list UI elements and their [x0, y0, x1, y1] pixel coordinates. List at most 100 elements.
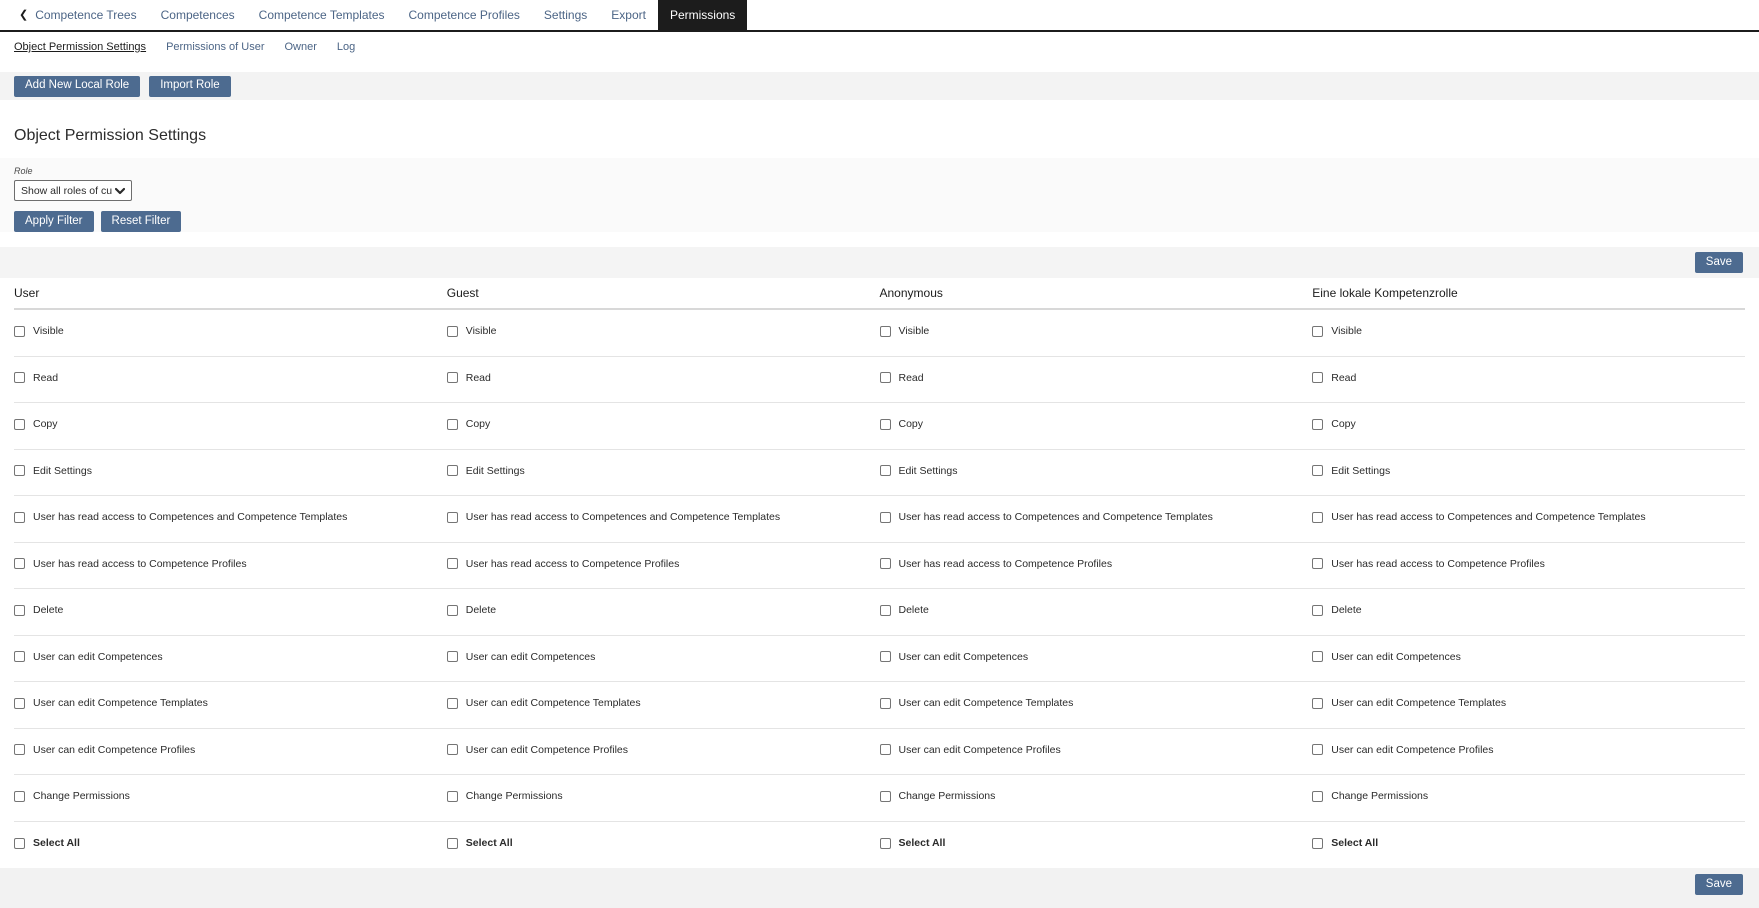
checkbox-guest-user-can-edit-competence-templates[interactable] — [447, 698, 458, 709]
subtab-log[interactable]: Log — [337, 41, 355, 53]
checkbox-guest-user-has-read-access-to-competence-profiles[interactable] — [447, 558, 458, 569]
tab-competence-profiles[interactable]: Competence Profiles — [397, 0, 532, 30]
tab-competence-trees[interactable]: ❮Competence Trees — [7, 0, 149, 30]
permission-option-guest-user-can-edit-competence-profiles[interactable]: User can edit Competence Profiles — [447, 744, 628, 756]
checkbox-guest-user-has-read-access-to-competences-and-competence-templates[interactable] — [447, 512, 458, 523]
checkbox-eine-lokale-kompetenzrolle-edit-settings[interactable] — [1312, 465, 1323, 476]
checkbox-guest-user-can-edit-competences[interactable] — [447, 651, 458, 662]
permission-option-guest-delete[interactable]: Delete — [447, 604, 496, 616]
permission-option-eine-lokale-kompetenzrolle-change-permissions[interactable]: Change Permissions — [1312, 790, 1428, 802]
permission-option-guest-read[interactable]: Read — [447, 372, 491, 384]
checkbox-anonymous-delete[interactable] — [880, 605, 891, 616]
permission-option-anonymous-user-has-read-access-to-competence-profiles[interactable]: User has read access to Competence Profi… — [880, 558, 1113, 570]
checkbox-user-user-can-edit-competences[interactable] — [14, 651, 25, 662]
permission-option-eine-lokale-kompetenzrolle-user-has-read-access-to-competence-profiles[interactable]: User has read access to Competence Profi… — [1312, 558, 1545, 570]
permission-option-guest-user-has-read-access-to-competences-and-competence-templates[interactable]: User has read access to Competences and … — [447, 511, 780, 523]
permission-option-user-select-all[interactable]: Select All — [14, 837, 80, 849]
checkbox-eine-lokale-kompetenzrolle-user-can-edit-competence-profiles[interactable] — [1312, 744, 1323, 755]
permission-option-user-read[interactable]: Read — [14, 372, 58, 384]
checkbox-anonymous-read[interactable] — [880, 372, 891, 383]
save-button-top[interactable]: Save — [1695, 252, 1743, 273]
tab-competences[interactable]: Competences — [149, 0, 247, 30]
checkbox-guest-copy[interactable] — [447, 419, 458, 430]
permission-option-eine-lokale-kompetenzrolle-read[interactable]: Read — [1312, 372, 1356, 384]
checkbox-eine-lokale-kompetenzrolle-select-all[interactable] — [1312, 838, 1323, 849]
permission-option-eine-lokale-kompetenzrolle-user-can-edit-competences[interactable]: User can edit Competences — [1312, 651, 1461, 663]
permission-option-guest-edit-settings[interactable]: Edit Settings — [447, 465, 525, 477]
checkbox-eine-lokale-kompetenzrolle-copy[interactable] — [1312, 419, 1323, 430]
permission-option-eine-lokale-kompetenzrolle-select-all[interactable]: Select All — [1312, 837, 1378, 849]
checkbox-user-user-has-read-access-to-competences-and-competence-templates[interactable] — [14, 512, 25, 523]
tab-export[interactable]: Export — [599, 0, 658, 30]
checkbox-eine-lokale-kompetenzrolle-visible[interactable] — [1312, 326, 1323, 337]
subtab-object-permission-settings[interactable]: Object Permission Settings — [14, 41, 146, 53]
subtab-owner[interactable]: Owner — [284, 41, 316, 53]
checkbox-anonymous-user-has-read-access-to-competence-profiles[interactable] — [880, 558, 891, 569]
permission-option-guest-user-can-edit-competence-templates[interactable]: User can edit Competence Templates — [447, 697, 641, 709]
checkbox-guest-read[interactable] — [447, 372, 458, 383]
permission-option-user-user-can-edit-competences[interactable]: User can edit Competences — [14, 651, 163, 663]
checkbox-guest-select-all[interactable] — [447, 838, 458, 849]
checkbox-guest-visible[interactable] — [447, 326, 458, 337]
save-button-bottom[interactable]: Save — [1695, 874, 1743, 895]
permission-option-user-delete[interactable]: Delete — [14, 604, 63, 616]
checkbox-eine-lokale-kompetenzrolle-read[interactable] — [1312, 372, 1323, 383]
tab-settings[interactable]: Settings — [532, 0, 599, 30]
permission-option-anonymous-user-can-edit-competence-templates[interactable]: User can edit Competence Templates — [880, 697, 1074, 709]
checkbox-user-user-can-edit-competence-profiles[interactable] — [14, 744, 25, 755]
checkbox-eine-lokale-kompetenzrolle-change-permissions[interactable] — [1312, 791, 1323, 802]
checkbox-anonymous-visible[interactable] — [880, 326, 891, 337]
checkbox-eine-lokale-kompetenzrolle-user-has-read-access-to-competence-profiles[interactable] — [1312, 558, 1323, 569]
checkbox-eine-lokale-kompetenzrolle-user-can-edit-competence-templates[interactable] — [1312, 698, 1323, 709]
checkbox-anonymous-user-can-edit-competence-templates[interactable] — [880, 698, 891, 709]
checkbox-anonymous-user-can-edit-competences[interactable] — [880, 651, 891, 662]
checkbox-user-change-permissions[interactable] — [14, 791, 25, 802]
permission-option-eine-lokale-kompetenzrolle-visible[interactable]: Visible — [1312, 325, 1362, 337]
checkbox-anonymous-change-permissions[interactable] — [880, 791, 891, 802]
checkbox-user-delete[interactable] — [14, 605, 25, 616]
permission-option-anonymous-visible[interactable]: Visible — [880, 325, 930, 337]
permission-option-user-visible[interactable]: Visible — [14, 325, 64, 337]
checkbox-guest-change-permissions[interactable] — [447, 791, 458, 802]
permission-option-user-user-has-read-access-to-competence-profiles[interactable]: User has read access to Competence Profi… — [14, 558, 247, 570]
checkbox-user-user-can-edit-competence-templates[interactable] — [14, 698, 25, 709]
permission-option-eine-lokale-kompetenzrolle-user-can-edit-competence-profiles[interactable]: User can edit Competence Profiles — [1312, 744, 1493, 756]
permission-option-anonymous-user-can-edit-competences[interactable]: User can edit Competences — [880, 651, 1029, 663]
apply-filter-button[interactable]: Apply Filter — [14, 211, 94, 232]
checkbox-anonymous-user-has-read-access-to-competences-and-competence-templates[interactable] — [880, 512, 891, 523]
checkbox-user-user-has-read-access-to-competence-profiles[interactable] — [14, 558, 25, 569]
tab-permissions[interactable]: Permissions — [658, 0, 747, 30]
checkbox-guest-delete[interactable] — [447, 605, 458, 616]
add-new-local-role-button[interactable]: Add New Local Role — [14, 76, 140, 97]
permission-option-user-user-has-read-access-to-competences-and-competence-templates[interactable]: User has read access to Competences and … — [14, 511, 347, 523]
checkbox-user-select-all[interactable] — [14, 838, 25, 849]
permission-option-user-user-can-edit-competence-templates[interactable]: User can edit Competence Templates — [14, 697, 208, 709]
permission-option-guest-copy[interactable]: Copy — [447, 418, 491, 430]
permission-option-anonymous-user-has-read-access-to-competences-and-competence-templates[interactable]: User has read access to Competences and … — [880, 511, 1213, 523]
permission-option-anonymous-read[interactable]: Read — [880, 372, 924, 384]
permission-option-user-copy[interactable]: Copy — [14, 418, 58, 430]
checkbox-anonymous-user-can-edit-competence-profiles[interactable] — [880, 744, 891, 755]
subtab-permissions-of-user[interactable]: Permissions of User — [166, 41, 264, 53]
permission-option-user-user-can-edit-competence-profiles[interactable]: User can edit Competence Profiles — [14, 744, 195, 756]
permission-option-anonymous-select-all[interactable]: Select All — [880, 837, 946, 849]
permission-option-eine-lokale-kompetenzrolle-edit-settings[interactable]: Edit Settings — [1312, 465, 1390, 477]
checkbox-eine-lokale-kompetenzrolle-delete[interactable] — [1312, 605, 1323, 616]
permission-option-guest-user-can-edit-competences[interactable]: User can edit Competences — [447, 651, 596, 663]
permission-option-anonymous-edit-settings[interactable]: Edit Settings — [880, 465, 958, 477]
checkbox-user-visible[interactable] — [14, 326, 25, 337]
role-select[interactable]: Show all roles of cu — [14, 180, 132, 201]
checkbox-anonymous-copy[interactable] — [880, 419, 891, 430]
permission-option-eine-lokale-kompetenzrolle-user-has-read-access-to-competences-and-competence-templates[interactable]: User has read access to Competences and … — [1312, 511, 1645, 523]
permission-option-eine-lokale-kompetenzrolle-delete[interactable]: Delete — [1312, 604, 1361, 616]
permission-option-user-change-permissions[interactable]: Change Permissions — [14, 790, 130, 802]
checkbox-anonymous-edit-settings[interactable] — [880, 465, 891, 476]
import-role-button[interactable]: Import Role — [149, 76, 230, 97]
checkbox-guest-user-can-edit-competence-profiles[interactable] — [447, 744, 458, 755]
permission-option-user-edit-settings[interactable]: Edit Settings — [14, 465, 92, 477]
permission-option-anonymous-copy[interactable]: Copy — [880, 418, 924, 430]
checkbox-user-edit-settings[interactable] — [14, 465, 25, 476]
permission-option-anonymous-delete[interactable]: Delete — [880, 604, 929, 616]
checkbox-guest-edit-settings[interactable] — [447, 465, 458, 476]
checkbox-anonymous-select-all[interactable] — [880, 838, 891, 849]
